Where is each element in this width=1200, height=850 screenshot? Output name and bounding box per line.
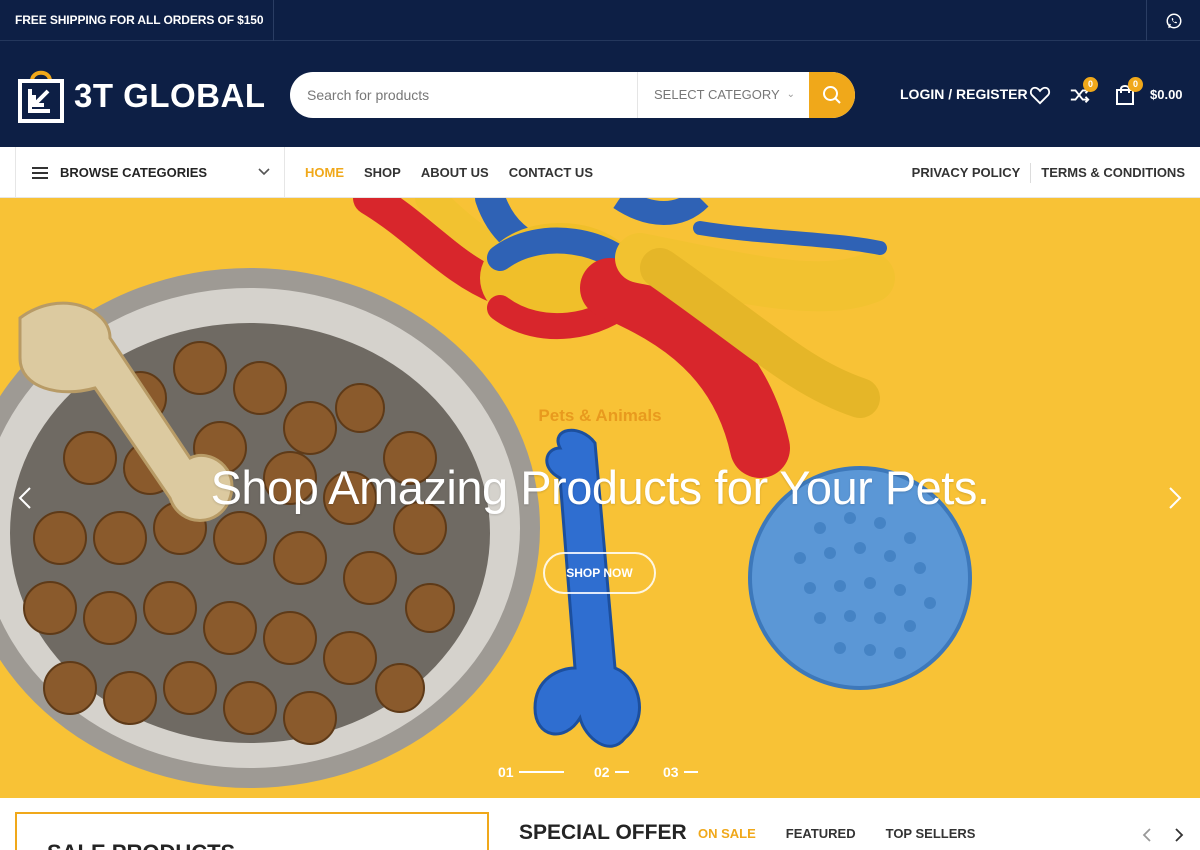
logo-text: 3T GLOBAL: [74, 77, 266, 114]
sale-products-title: SALE PRODUCTS: [47, 840, 235, 850]
slide-dot-1[interactable]: 01: [498, 764, 564, 780]
cart-button[interactable]: 0: [1113, 77, 1143, 107]
search-input[interactable]: [290, 72, 637, 118]
primary-menu: HOME SHOP ABOUT US CONTACT US: [305, 147, 613, 198]
product-tabs: ON SALE FEATURED TOP SELLERS: [698, 826, 1005, 841]
menu-item-home[interactable]: HOME: [305, 165, 344, 180]
whatsapp-icon[interactable]: [1146, 0, 1200, 41]
search-icon: [823, 86, 841, 104]
category-select-label: SELECT CATEGORY: [654, 87, 780, 102]
chevron-left-icon: [1142, 828, 1151, 842]
slide-dot-3[interactable]: 03: [663, 764, 698, 780]
site-logo[interactable]: 3T GLOBAL: [18, 67, 266, 125]
slider-next-button[interactable]: [1160, 480, 1190, 516]
slide-indicator-line: [683, 771, 698, 773]
chevron-right-icon: [1175, 828, 1184, 842]
slide-indicator-line: [614, 771, 629, 773]
heart-icon: [1029, 86, 1051, 105]
cart-total[interactable]: $0.00: [1150, 87, 1183, 102]
terms-conditions-link[interactable]: TERMS & CONDITIONS: [1041, 165, 1185, 180]
hamburger-icon: [32, 166, 48, 179]
hero-eyebrow: Pets & Animals: [538, 406, 662, 425]
browse-categories-label: BROWSE CATEGORIES: [60, 165, 208, 180]
compare-button[interactable]: 0: [1068, 77, 1098, 107]
chevron-down-icon: [258, 168, 270, 176]
slide-number: 02: [594, 764, 610, 780]
compare-count-badge: 0: [1083, 77, 1098, 92]
menu-divider: [1030, 162, 1032, 183]
chevron-left-icon: [18, 487, 31, 509]
special-offer-title: SPECIAL OFFER: [519, 821, 687, 844]
top-bar: FREE SHIPPING FOR ALL ORDERS OF $150: [0, 0, 1200, 41]
logo-bag-icon: [18, 70, 64, 123]
main-navigation: BROWSE CATEGORIES HOME SHOP ABOUT US CON…: [0, 147, 1200, 198]
food-bowl-image: [0, 268, 540, 788]
slide-number: 01: [498, 764, 514, 780]
cart-count-badge: 0: [1128, 77, 1143, 92]
slider-pagination: 01 02 03: [0, 764, 1200, 782]
hero-headline: Shop Amazing Products for Your Pets.: [210, 461, 990, 514]
products-prev-button[interactable]: [1138, 826, 1156, 844]
menu-item-shop[interactable]: SHOP: [364, 165, 401, 180]
shop-now-button[interactable]: SHOP NOW: [543, 552, 656, 594]
site-header: 3T GLOBAL SELECT CATEGORY ⌄ LOGIN / REGI…: [0, 41, 1200, 147]
hero-slider: Pets & Animals Shop Amazing Products for…: [0, 198, 1200, 798]
tab-on-sale[interactable]: ON SALE: [698, 826, 756, 841]
sale-products-section: SALE PRODUCTS: [15, 812, 489, 850]
browse-categories-button[interactable]: BROWSE CATEGORIES: [15, 147, 285, 198]
tab-featured[interactable]: FEATURED: [786, 826, 856, 841]
search-bar: SELECT CATEGORY ⌄: [290, 72, 855, 118]
tab-top-sellers[interactable]: TOP SELLERS: [886, 826, 976, 841]
search-button[interactable]: [809, 72, 855, 118]
privacy-policy-link[interactable]: PRIVACY POLICY: [912, 165, 1021, 180]
shipping-notice: FREE SHIPPING FOR ALL ORDERS OF $150: [0, 0, 275, 41]
slide-number: 03: [663, 764, 679, 780]
slide-dot-2[interactable]: 02: [594, 764, 629, 780]
wishlist-button[interactable]: [1028, 83, 1052, 107]
category-select[interactable]: SELECT CATEGORY ⌄: [637, 72, 809, 118]
slider-prev-button[interactable]: [10, 480, 40, 516]
menu-item-about-us[interactable]: ABOUT US: [421, 165, 489, 180]
products-next-button[interactable]: [1170, 826, 1188, 844]
chevron-right-icon: [1169, 487, 1182, 509]
menu-item-contact-us[interactable]: CONTACT US: [509, 165, 593, 180]
chevron-down-icon: ⌄: [786, 89, 795, 100]
secondary-menu: PRIVACY POLICY TERMS & CONDITIONS: [912, 147, 1185, 198]
slide-indicator-line: [518, 771, 564, 773]
login-register-link[interactable]: LOGIN / REGISTER: [900, 86, 1028, 102]
